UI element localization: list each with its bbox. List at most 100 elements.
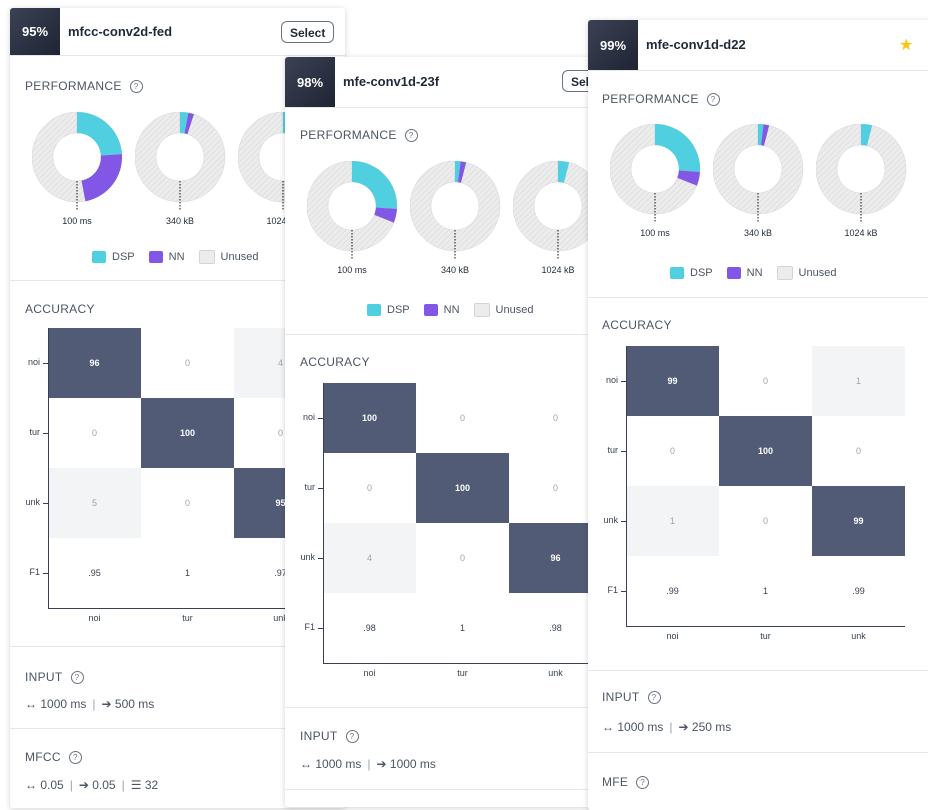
matrix-cell: 0: [459, 413, 465, 423]
performance-donuts: 100 ms 340 kB 1024 kB: [307, 161, 605, 281]
matrix-cell: .98: [363, 623, 376, 633]
matrix-cell: 1: [184, 568, 190, 578]
y-axis: [626, 346, 627, 626]
matrix-cell: 96: [48, 328, 141, 398]
performance-legend: DSP NN Unused: [367, 303, 533, 317]
model-title: mfe-conv1d-23f: [343, 74, 440, 89]
card-header: 99% mfe-conv1d-d22 ★: [588, 20, 928, 71]
unused-swatch: [198, 250, 215, 264]
donut-label: 100 ms: [62, 216, 92, 226]
legend-nn: NN: [168, 251, 185, 263]
help-icon[interactable]: ?: [129, 80, 143, 93]
input-params: ↔ 1000 ms | ➔ 500 ms: [25, 697, 155, 711]
row-label-unk: unk: [603, 515, 618, 525]
frame-length-value: 0.05: [40, 778, 64, 792]
input-section-title: INPUT?: [25, 670, 84, 684]
input-section-title: INPUT?: [300, 729, 359, 743]
donut-chart-0: [307, 161, 398, 259]
accuracy-score-badge: 95%: [10, 8, 60, 55]
coefficients-icon: ☰: [130, 778, 142, 792]
matrix-cell: 1: [459, 623, 465, 633]
matrix-cell: 1: [626, 486, 719, 556]
matrix-cell: .99: [666, 586, 679, 596]
dsp-segment: [655, 124, 700, 172]
model-title: mfcc-conv2d-fed: [68, 24, 173, 39]
mfcc-params: ↔ 0.05 | ➔ 0.05 | ☰ 32: [25, 778, 159, 792]
legend-dsp: DSP: [690, 267, 713, 279]
donut-label: 100 ms: [640, 228, 670, 238]
input-params: ↔ 1000 ms | ➔ 1000 ms: [300, 757, 436, 771]
donut-label: 100 ms: [337, 265, 367, 275]
row-label-noi: noi: [27, 357, 40, 367]
matrix-cell: 4: [323, 523, 416, 593]
matrix-cell: 100: [141, 398, 234, 468]
confusion-matrix: noi 100 0 0 tur 0 100 0 unk 4 0 96 F1.98 1.98 noi tur un…: [285, 383, 605, 683]
col-label-noi: noi: [363, 668, 376, 678]
model-card-mfe-conv1d-d22: 99% mfe-conv1d-d22 ★ PERFORMANCE? 100 ms…: [588, 20, 928, 810]
row-label-unk: unk: [25, 497, 40, 507]
matrix-cell: 100: [416, 453, 509, 523]
model-title: mfe-conv1d-d22: [646, 37, 746, 52]
x-axis: [323, 663, 602, 664]
performance-donuts: 100 ms 340 kB 1024 kB: [610, 124, 928, 244]
performance-legend: DSP NN Unused: [670, 266, 836, 280]
help-icon[interactable]: ?: [345, 730, 359, 743]
donut-chart-1: [135, 112, 226, 210]
stride-icon: ➔: [678, 720, 689, 734]
col-label-noi: noi: [666, 631, 679, 641]
y-axis: [48, 328, 49, 608]
input-params: ↔ 1000 ms | ➔ 250 ms: [602, 720, 732, 734]
donut-label: 340 kB: [743, 228, 773, 238]
donut-label: 340 kB: [165, 216, 195, 226]
frame-length-icon: ↔: [25, 778, 37, 792]
help-icon[interactable]: ?: [636, 776, 650, 789]
row-label-noi: noi: [605, 375, 618, 385]
confusion-matrix: noi 99 0 1 tur 0 100 0 unk 1 0 99 F1 .99 1 .99 noi tur unk: [588, 346, 928, 646]
legend-dsp: DSP: [387, 304, 410, 316]
frame-stride-value: 0.05: [92, 778, 116, 792]
window-size-icon: ↔: [602, 720, 614, 734]
accuracy-section-title: ACCURACY: [25, 302, 95, 316]
divider: [285, 707, 605, 708]
help-icon[interactable]: ?: [647, 691, 661, 704]
col-label-noi: noi: [88, 613, 101, 623]
unused-swatch: [473, 303, 490, 317]
matrix-cell: 99: [812, 486, 905, 556]
help-icon[interactable]: ?: [68, 751, 82, 764]
card-header: 95% mfcc-conv2d-fed Select: [10, 8, 345, 56]
matrix-cell: 100: [323, 383, 416, 453]
stride-value: 1000 ms: [389, 757, 436, 771]
donut-chart-1: [713, 124, 804, 222]
matrix-cell: 99: [626, 346, 719, 416]
performance-section-title: PERFORMANCE?: [300, 128, 418, 142]
select-button[interactable]: Select: [281, 21, 335, 43]
matrix-cell: 0: [669, 446, 675, 456]
col-label-unk: unk: [851, 631, 866, 641]
matrix-cell: 1: [762, 586, 768, 596]
mfcc-section-title: MFCC?: [25, 750, 82, 764]
performance-section-title: PERFORMANCE?: [25, 79, 143, 93]
col-label-unk: unk: [548, 668, 563, 678]
col-label-tur: tur: [182, 613, 193, 623]
divider: [285, 789, 605, 790]
row-label-tur: tur: [304, 482, 315, 492]
star-icon[interactable]: ★: [899, 35, 913, 55]
model-card-mfe-conv1d-23f: 98% mfe-conv1d-23f Select PERFORMANCE? 1…: [285, 57, 605, 807]
help-icon[interactable]: ?: [706, 93, 720, 106]
row-label-noi: noi: [302, 412, 315, 422]
row-label-F1: F1: [29, 567, 40, 577]
row-label-tur: tur: [29, 427, 40, 437]
help-icon[interactable]: ?: [404, 129, 418, 142]
stride-icon: ➔: [101, 697, 112, 711]
window-size-value: 1000 ms: [315, 757, 362, 771]
mfe-section-title: MFE?: [602, 775, 650, 789]
matrix-cell: 0: [184, 358, 190, 368]
matrix-cell: 1: [812, 346, 905, 416]
matrix-cell: 0: [91, 428, 97, 438]
legend-unused: Unused: [220, 251, 259, 263]
window-size-icon: ↔: [300, 757, 312, 771]
donut-chart-0: [610, 124, 701, 222]
help-icon[interactable]: ?: [70, 671, 84, 684]
accuracy-score-badge: 98%: [285, 57, 335, 107]
matrix-cell: 5: [48, 468, 141, 538]
